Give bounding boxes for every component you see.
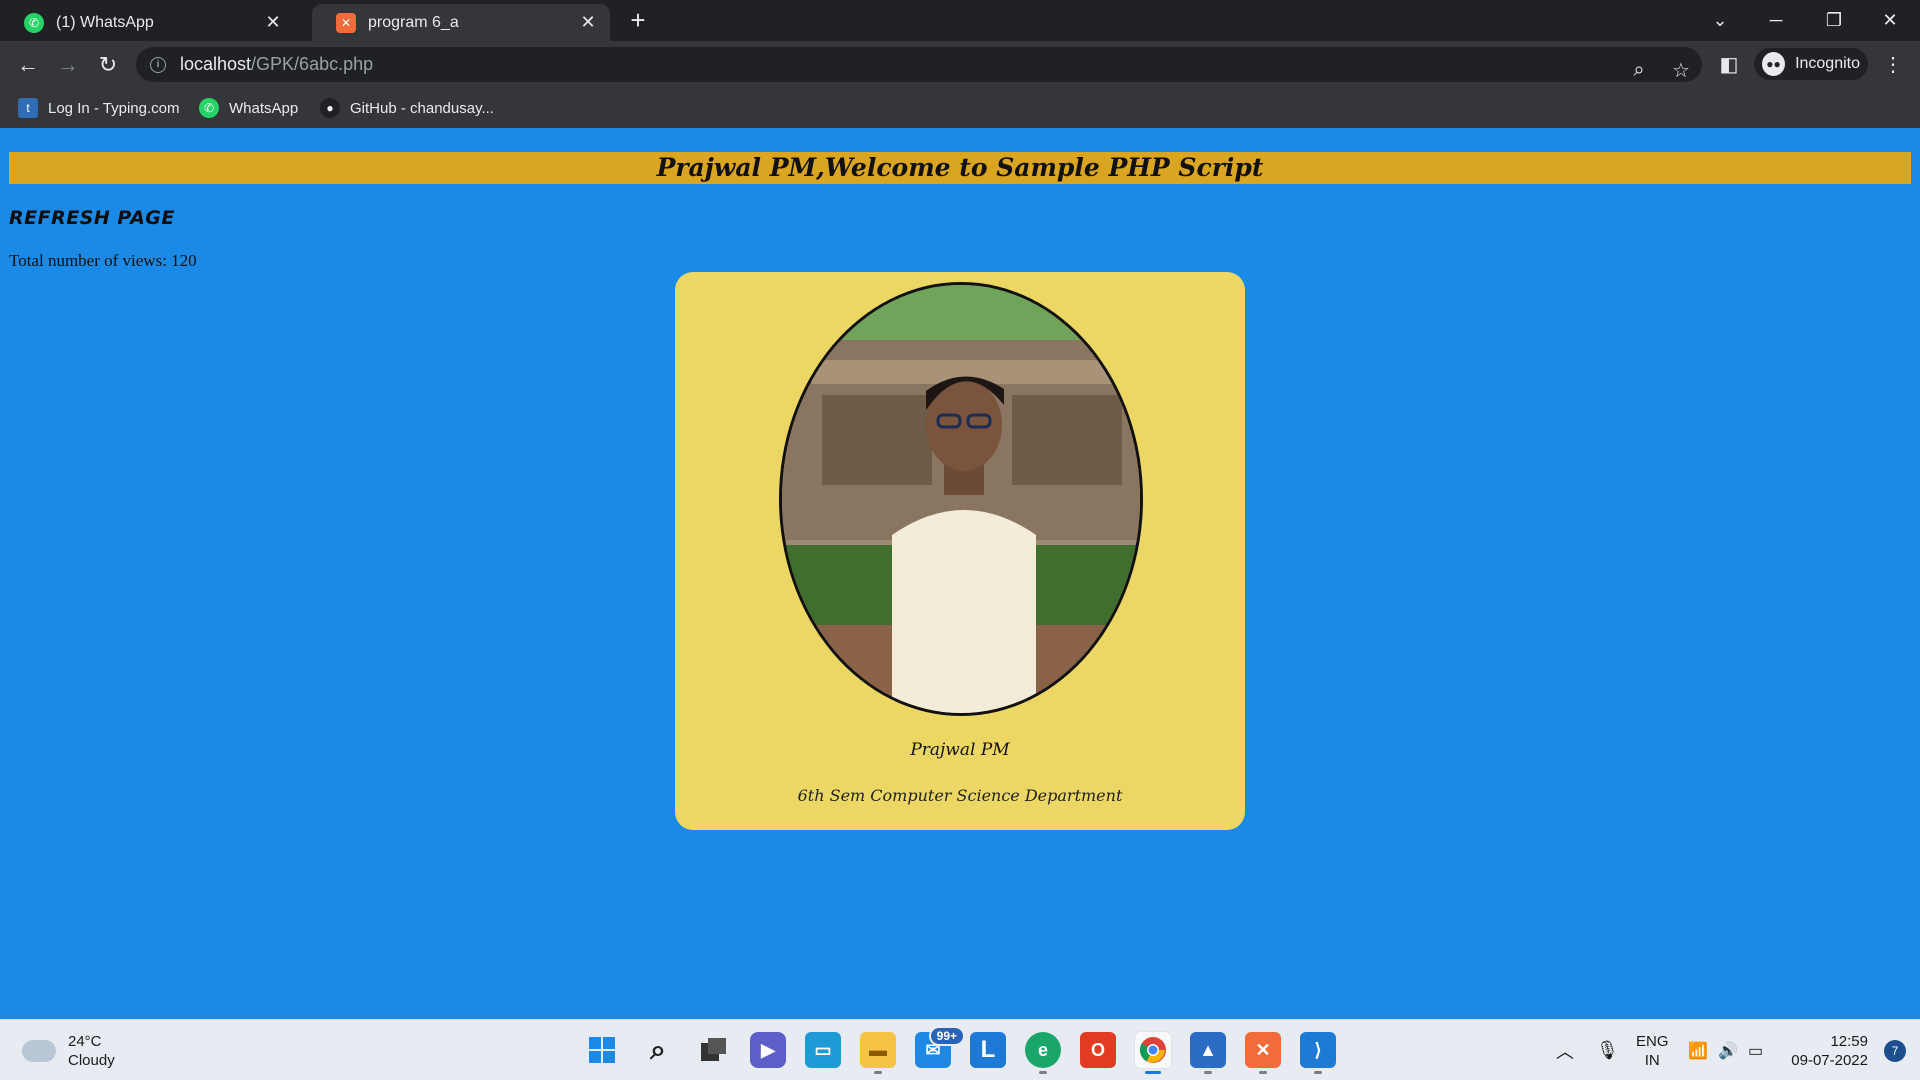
task-view-icon[interactable] xyxy=(696,1032,732,1068)
url-host: localhost xyxy=(180,54,252,74)
side-panel-icon[interactable]: ◧ xyxy=(1714,49,1744,79)
tab-title: (1) WhatsApp xyxy=(56,13,154,31)
refresh-page-link[interactable]: REFRESH PAGE xyxy=(9,207,175,229)
language-indicator[interactable]: ENG IN xyxy=(1636,1020,1669,1080)
profile-department: 6th Sem Computer Science Department xyxy=(797,786,1123,805)
address-bar[interactable]: i localhost/GPK/6abc.php ⌕ ☆ xyxy=(136,47,1702,82)
weather-desc: Cloudy xyxy=(68,1052,115,1069)
bookmark-whatsapp[interactable]: ✆ WhatsApp xyxy=(199,96,298,120)
lang-line2: IN xyxy=(1644,1051,1660,1069)
typing-com-icon: t xyxy=(18,98,38,118)
bookmark-label: GitHub - chandusay... xyxy=(350,99,494,117)
minimize-button[interactable]: ─ xyxy=(1748,0,1804,41)
xampp-icon: ✕ xyxy=(336,12,356,33)
search-icon[interactable]: ⌕ xyxy=(640,1032,676,1068)
clock-time: 12:59 xyxy=(1830,1033,1868,1050)
forward-button[interactable]: → xyxy=(52,49,84,81)
bookmark-github[interactable]: ● GitHub - chandusay... xyxy=(320,96,494,120)
edge-icon[interactable]: e xyxy=(1025,1032,1061,1074)
microphone-icon[interactable]: 🎙 xyxy=(1596,1020,1619,1080)
chrome-icon[interactable] xyxy=(1135,1032,1171,1074)
file-explorer-icon[interactable]: ▬ xyxy=(860,1032,896,1074)
browser-tab-bar: ✆ (1) WhatsApp ✕ ✕ program 6_a ✕ + ⌄ ─ ❐… xyxy=(0,0,1920,41)
github-icon: ● xyxy=(320,98,340,118)
vscode-icon[interactable]: ⟩ xyxy=(1300,1032,1336,1074)
view-counter: Total number of views: 120 xyxy=(9,251,197,270)
bookmark-star-icon[interactable]: ☆ xyxy=(1666,55,1696,85)
weather-temp: 24°C xyxy=(68,1033,102,1050)
bookmarks-bar: t Log In - Typing.com ✆ WhatsApp ● GitHu… xyxy=(0,88,1920,128)
bookmark-typing[interactable]: t Log In - Typing.com xyxy=(18,96,179,120)
new-tab-button[interactable]: + xyxy=(624,6,652,34)
tab-search-icon[interactable]: ⌄ xyxy=(1692,0,1748,41)
back-button[interactable]: ← xyxy=(12,49,44,81)
close-icon[interactable]: ✕ xyxy=(263,12,283,33)
teams-chat-icon[interactable]: ▶ xyxy=(750,1032,786,1068)
l-app-icon[interactable]: L xyxy=(970,1032,1006,1068)
windows-start-icon[interactable] xyxy=(584,1032,620,1068)
clock-date: 09-07-2022 xyxy=(1791,1052,1868,1069)
office-icon[interactable]: O xyxy=(1080,1032,1116,1068)
profile-name: Prajwal PM xyxy=(910,740,1010,760)
desktop-app-icon[interactable]: ▭ xyxy=(805,1032,841,1068)
xampp-icon[interactable]: ✕ xyxy=(1245,1032,1281,1074)
mail-badge: 99+ xyxy=(928,1026,965,1046)
incognito-label: Incognito xyxy=(1795,55,1860,72)
os-taskbar: 24°C Cloudy ⌕ ▶ ▭ ▬ ✉ 99+ L e O ▲ ✕ ⟩ ︿ 🎙… xyxy=(0,1019,1920,1080)
tab-program-6a[interactable]: ✕ program 6_a ✕ xyxy=(312,4,610,41)
mail-icon[interactable]: ✉ 99+ xyxy=(915,1026,965,1068)
battery-icon[interactable]: ▭ xyxy=(1748,1020,1763,1080)
site-info-icon[interactable]: i xyxy=(150,56,166,73)
menu-kebab-icon[interactable]: ⋮ xyxy=(1878,49,1908,79)
incognito-indicator[interactable]: ●● Incognito xyxy=(1754,48,1868,80)
photos-icon[interactable]: ▲ xyxy=(1190,1032,1226,1074)
whatsapp-icon: ✆ xyxy=(24,12,44,33)
profile-card: Prajwal PM 6th Sem Computer Science Depa… xyxy=(675,272,1245,830)
profile-photo xyxy=(779,282,1143,716)
incognito-icon: ●● xyxy=(1762,52,1786,76)
welcome-banner: Prajwal PM,Welcome to Sample PHP Script xyxy=(9,152,1911,184)
tray-overflow-icon[interactable]: ︿ xyxy=(1556,1020,1574,1080)
restore-button[interactable]: ❐ xyxy=(1806,0,1862,41)
close-icon[interactable]: ✕ xyxy=(578,12,598,33)
tab-whatsapp[interactable]: ✆ (1) WhatsApp ✕ xyxy=(0,4,295,41)
close-window-button[interactable]: ✕ xyxy=(1862,0,1918,41)
bookmark-label: WhatsApp xyxy=(229,99,299,117)
weather-widget[interactable]: 24°C Cloudy xyxy=(22,1032,115,1070)
system-clock[interactable]: 12:59 09-07-2022 xyxy=(1791,1032,1868,1070)
volume-icon[interactable]: 🔊 xyxy=(1718,1020,1738,1080)
page-content: Prajwal PM,Welcome to Sample PHP Script … xyxy=(0,128,1920,1019)
notification-badge[interactable]: 7 xyxy=(1884,1040,1906,1062)
url-path: /GPK/6abc.php xyxy=(251,54,374,74)
wifi-icon[interactable]: 📶 xyxy=(1688,1020,1708,1080)
bookmark-label: Log In - Typing.com xyxy=(48,99,180,117)
reload-button[interactable]: ↻ xyxy=(92,49,124,81)
cloud-icon xyxy=(22,1040,56,1062)
lang-line1: ENG xyxy=(1636,1032,1669,1050)
whatsapp-icon: ✆ xyxy=(199,98,219,118)
browser-toolbar: ← → ↻ i localhost/GPK/6abc.php ⌕ ☆ ◧ ●● … xyxy=(0,41,1920,88)
tab-title: program 6_a xyxy=(368,13,459,31)
zoom-icon[interactable]: ⌕ xyxy=(1624,55,1654,85)
